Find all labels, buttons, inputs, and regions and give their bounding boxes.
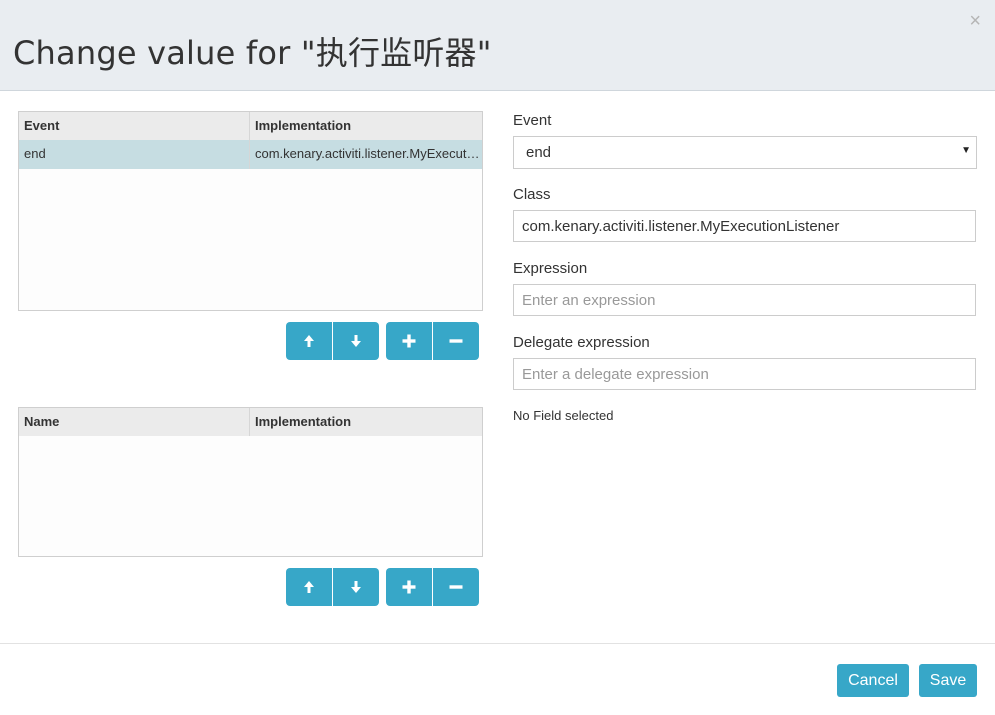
column-header-event[interactable]: Event — [19, 112, 250, 140]
close-icon[interactable]: × — [969, 10, 981, 33]
field-move-group — [286, 568, 379, 606]
listener-edit-group — [386, 322, 479, 360]
move-down-button[interactable] — [333, 568, 379, 606]
save-button[interactable]: Save — [919, 664, 977, 697]
add-field-button[interactable] — [386, 568, 432, 606]
no-field-message: No Field selected — [513, 408, 614, 423]
event-select-value: end — [526, 144, 552, 161]
plus-icon — [402, 334, 416, 348]
cell-implementation: com.kenary.activiti.listener.MyExecution… — [255, 146, 482, 161]
event-select[interactable]: end ▼ — [513, 136, 977, 169]
arrow-up-icon — [304, 335, 314, 347]
add-listener-button[interactable] — [386, 322, 432, 360]
minus-icon — [449, 585, 463, 589]
arrow-up-icon — [304, 581, 314, 593]
listeners-grid-header: Event Implementation — [19, 112, 482, 140]
modal-header: Change value for "执行监听器" × — [0, 0, 995, 91]
delegate-expression-input[interactable] — [513, 358, 976, 390]
column-header-implementation[interactable]: Implementation — [250, 408, 482, 436]
delegate-expression-label: Delegate expression — [513, 334, 650, 351]
field-edit-group — [386, 568, 479, 606]
remove-field-button[interactable] — [433, 568, 479, 606]
cancel-button[interactable]: Cancel — [837, 664, 909, 697]
table-row[interactable]: end com.kenary.activiti.listener.MyExecu… — [19, 140, 482, 169]
class-input[interactable] — [513, 210, 976, 242]
move-up-button[interactable] — [286, 568, 332, 606]
arrow-down-icon — [351, 335, 361, 347]
arrow-down-icon — [351, 581, 361, 593]
expression-input[interactable] — [513, 284, 976, 316]
plus-icon — [402, 580, 416, 594]
fields-grid: Name Implementation — [18, 407, 483, 557]
minus-icon — [449, 339, 463, 343]
column-header-implementation[interactable]: Implementation — [250, 112, 482, 140]
chevron-down-icon: ▼ — [961, 145, 971, 156]
cell-event: end — [19, 140, 250, 169]
column-header-name[interactable]: Name — [19, 408, 250, 436]
fields-grid-header: Name Implementation — [19, 408, 482, 436]
dialog-title: Change value for "执行监听器" — [13, 34, 492, 72]
expression-label: Expression — [513, 260, 588, 277]
move-down-button[interactable] — [333, 322, 379, 360]
move-up-button[interactable] — [286, 322, 332, 360]
footer-divider — [0, 643, 995, 644]
event-label: Event — [513, 112, 552, 129]
listeners-grid: Event Implementation end com.kenary.acti… — [18, 111, 483, 311]
listener-move-group — [286, 322, 379, 360]
remove-listener-button[interactable] — [433, 322, 479, 360]
class-label: Class — [513, 186, 551, 203]
